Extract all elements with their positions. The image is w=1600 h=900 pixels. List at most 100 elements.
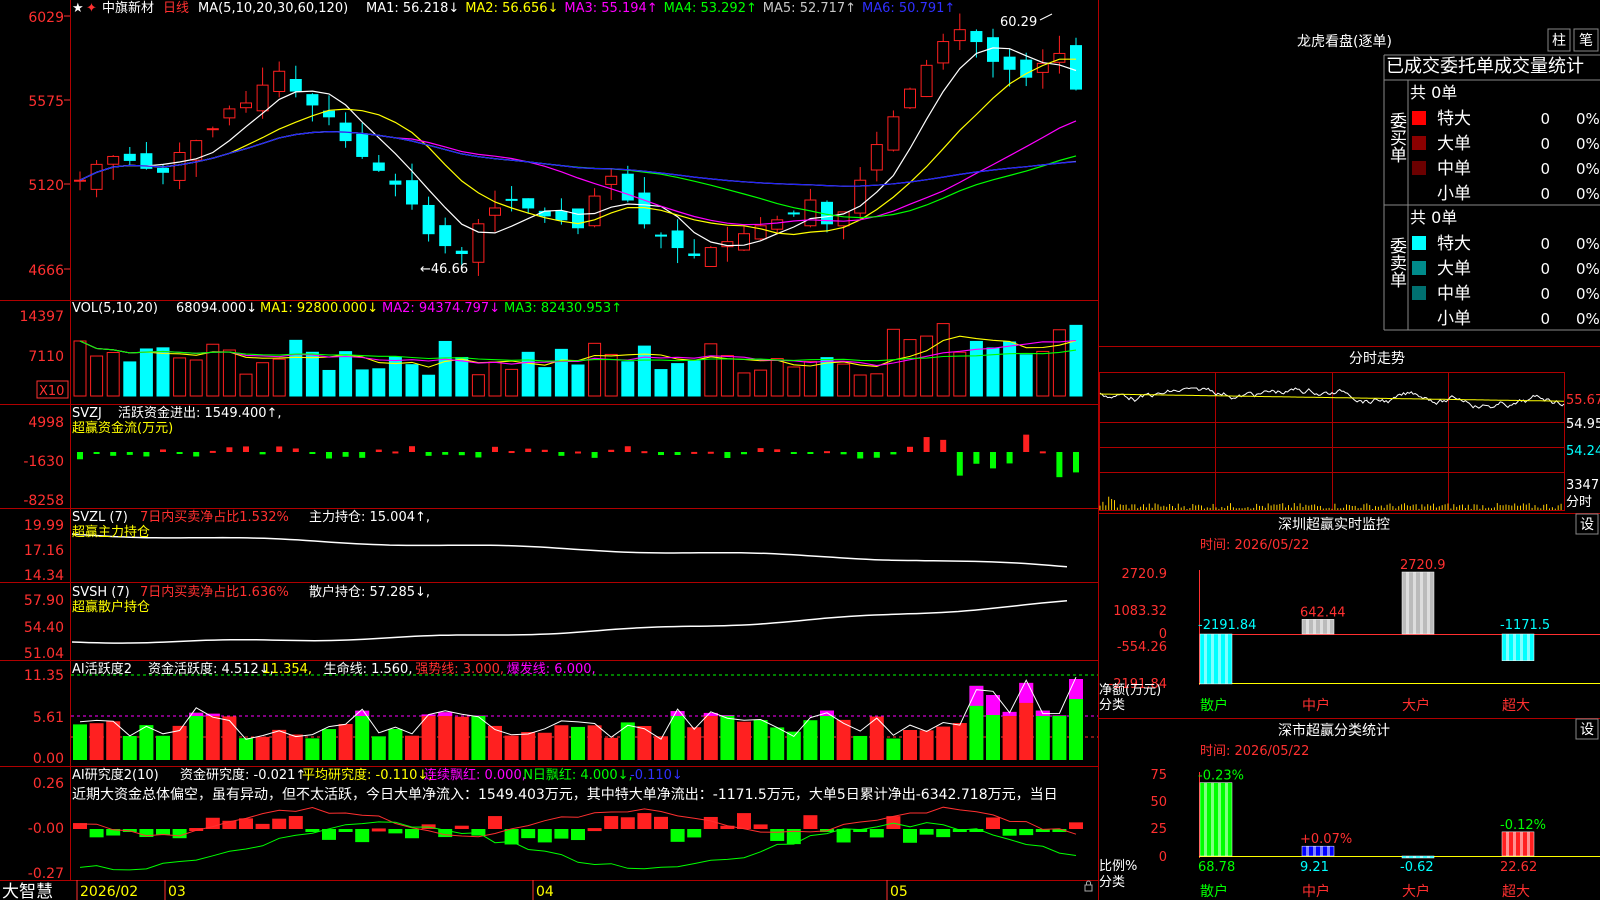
- sz-class-tick: 25: [1150, 822, 1167, 837]
- sz-monitor-xlabel: 分类: [1099, 698, 1125, 713]
- intraday-price-low: 54.24: [1566, 444, 1600, 459]
- vol-indicator-name[interactable]: VOL(5,10,20): [72, 301, 158, 316]
- sz-class-panel[interactable]: 深市超赢分类统计 设 时间: 2026/05/22 75 50 25 0 68.…: [1099, 718, 1600, 900]
- candle-body: [256, 84, 269, 112]
- ai1-bar: [903, 729, 917, 760]
- ai1-bar: [820, 710, 834, 760]
- sz-monitor-tick: 2720.9: [1122, 567, 1168, 582]
- ai2-bar: [355, 829, 370, 843]
- bar-shading: [1513, 634, 1516, 661]
- lock-icon[interactable]: [1084, 884, 1093, 892]
- svzj-bar: [143, 452, 150, 457]
- sell-total: 共 0单: [1410, 208, 1457, 227]
- ai2-bar: [322, 829, 336, 840]
- bar-shading: [1313, 619, 1316, 634]
- ai2-bar: [471, 829, 486, 836]
- sz-monitor-panel[interactable]: 深圳超赢实时监控 设 时间: 2026/05/22 2720.9 1083.32…: [1099, 513, 1600, 714]
- volume-bar: [488, 361, 502, 397]
- legend-item: 资金研究度: -0.021↑,: [180, 767, 310, 783]
- vol-axis: 14397 7110: [19, 309, 64, 365]
- svzj-bar: [790, 452, 797, 454]
- ai1-bar: [620, 722, 635, 760]
- svzj-bar: [741, 452, 747, 455]
- stock-name[interactable]: 中旗新材: [102, 0, 154, 16]
- ai2-bar: [919, 829, 934, 835]
- ai2-indicator-name[interactable]: AI研究度2(10): [72, 767, 159, 783]
- volume-bar: [737, 372, 751, 397]
- svzj-bar: [442, 452, 449, 455]
- svzj-tick: -1630: [23, 454, 64, 470]
- order-pct: 0%: [1576, 160, 1600, 178]
- ai2-bar: [803, 815, 818, 829]
- ai2-bar: [1019, 829, 1034, 836]
- order-size-swatch: [1412, 286, 1426, 300]
- lhb-panel[interactable]: 龙虎看盘(逐单) 柱 笔 已成交委托单成交量统计 委买单 委卖单 共 0单 共 …: [1297, 28, 1600, 331]
- ai1-bar: [438, 712, 453, 760]
- volume-bar: [123, 361, 137, 397]
- svzj-bar: [923, 437, 930, 452]
- svsh-panel[interactable]: 57.90 54.40 51.04 SVSH (7) 7日内买卖净占比1.636…: [24, 584, 1068, 662]
- order-size-label: 特大: [1437, 109, 1471, 129]
- volume-bar: [1069, 324, 1083, 397]
- volume-bar: [1003, 341, 1017, 397]
- price-panel[interactable]: 6029 5575 5120 4666 ★ ✦ 中旗新材 日线 MA(5,10,…: [28, 0, 1082, 279]
- bar-shading: [1506, 831, 1509, 856]
- svzj-bar: [608, 449, 615, 452]
- bar-shading: [1211, 634, 1214, 684]
- svzl-indicator-name[interactable]: SVZL (7): [72, 510, 128, 525]
- svzj-panel[interactable]: 4998 -1630 -8258 SVZJ 活跃资金进出: 1549.400↑,…: [23, 405, 1079, 509]
- ai2-bar: [836, 829, 851, 843]
- candle-body: [771, 219, 784, 230]
- legend-item: MA4: 53.292↑: [664, 1, 757, 16]
- volume-bar: [671, 363, 685, 397]
- ai1-bar: [504, 735, 519, 760]
- bar-shading: [1320, 846, 1323, 856]
- ai1-bar: [122, 735, 137, 760]
- date-label: 04: [536, 884, 554, 900]
- ai1-bar-top: [1052, 715, 1067, 716]
- intraday-panel[interactable]: 分时走势 55.67 54.95 54.24 3347 分时: [1099, 351, 1600, 511]
- bar-shading: [1420, 572, 1423, 634]
- svzj-bar: [342, 452, 349, 457]
- period-label[interactable]: 日线: [163, 1, 189, 16]
- star-icon[interactable]: ★: [72, 1, 84, 16]
- sz-monitor-tick: 1083.32: [1113, 604, 1167, 619]
- bar-shading: [1225, 634, 1228, 684]
- svzj-bar: [1039, 451, 1046, 454]
- ai1-indicator-name[interactable]: AI活跃度2: [72, 661, 132, 677]
- order-count: 0: [1540, 185, 1550, 203]
- ai1-bar: [952, 723, 967, 760]
- volume-bar: [571, 364, 585, 397]
- volume-panel[interactable]: 14397 7110 X10 VOL(5,10,20) 68094.000↓ MA…: [19, 301, 1083, 399]
- brand-logo[interactable]: 大智慧: [2, 882, 53, 900]
- svzl-panel[interactable]: 19.99 17.16 14.34 SVZL (7) 7日内买卖净占比1.532…: [24, 509, 1068, 584]
- ai2-bar: [255, 823, 270, 829]
- bar-shading: [1320, 619, 1323, 634]
- ai1-bar: [272, 729, 287, 760]
- sz-class-tick: 50: [1150, 795, 1167, 810]
- sz-class-tick: 0: [1159, 850, 1167, 865]
- order-count: 0: [1540, 235, 1550, 253]
- ai2-tick: -0.00: [28, 821, 64, 837]
- svsh-indicator-name[interactable]: SVSH (7): [72, 585, 130, 600]
- sz-monitor-bars: -2191.84 642.44 2720.9 -1171.5: [1198, 558, 1550, 685]
- flag-icon: ✦: [86, 1, 97, 16]
- volume-bar: [256, 362, 270, 397]
- ai1-bar: [1035, 710, 1050, 760]
- ma-indicator-name[interactable]: MA(5,10,20,30,60,120): [198, 1, 348, 16]
- ai1-bar: [703, 712, 718, 760]
- order-pct: 0%: [1576, 310, 1600, 328]
- volume-bar: [604, 353, 618, 397]
- legend-item: MA2: 94374.797↓: [382, 301, 500, 316]
- ai2-bar: [604, 816, 619, 829]
- bar-shading: [1520, 831, 1523, 856]
- svzj-bar: [292, 448, 299, 452]
- volume-bar: [920, 335, 934, 397]
- candle-body: [688, 253, 701, 256]
- ai2-bar: [703, 816, 718, 829]
- ai-research-panel[interactable]: 0.26 -0.00 -0.27 AI研究度2(10) 资金研究度: -0.02…: [28, 767, 1083, 882]
- ai-activity-panel[interactable]: 11.35 5.61 0.00 AI活跃度2 资金活跃度: 4.512↓,11.…: [24, 661, 1098, 767]
- svzj-indicator-name[interactable]: SVZJ: [72, 406, 102, 421]
- bar-value-label: 2720.9: [1400, 558, 1446, 573]
- candle-body: [937, 41, 950, 64]
